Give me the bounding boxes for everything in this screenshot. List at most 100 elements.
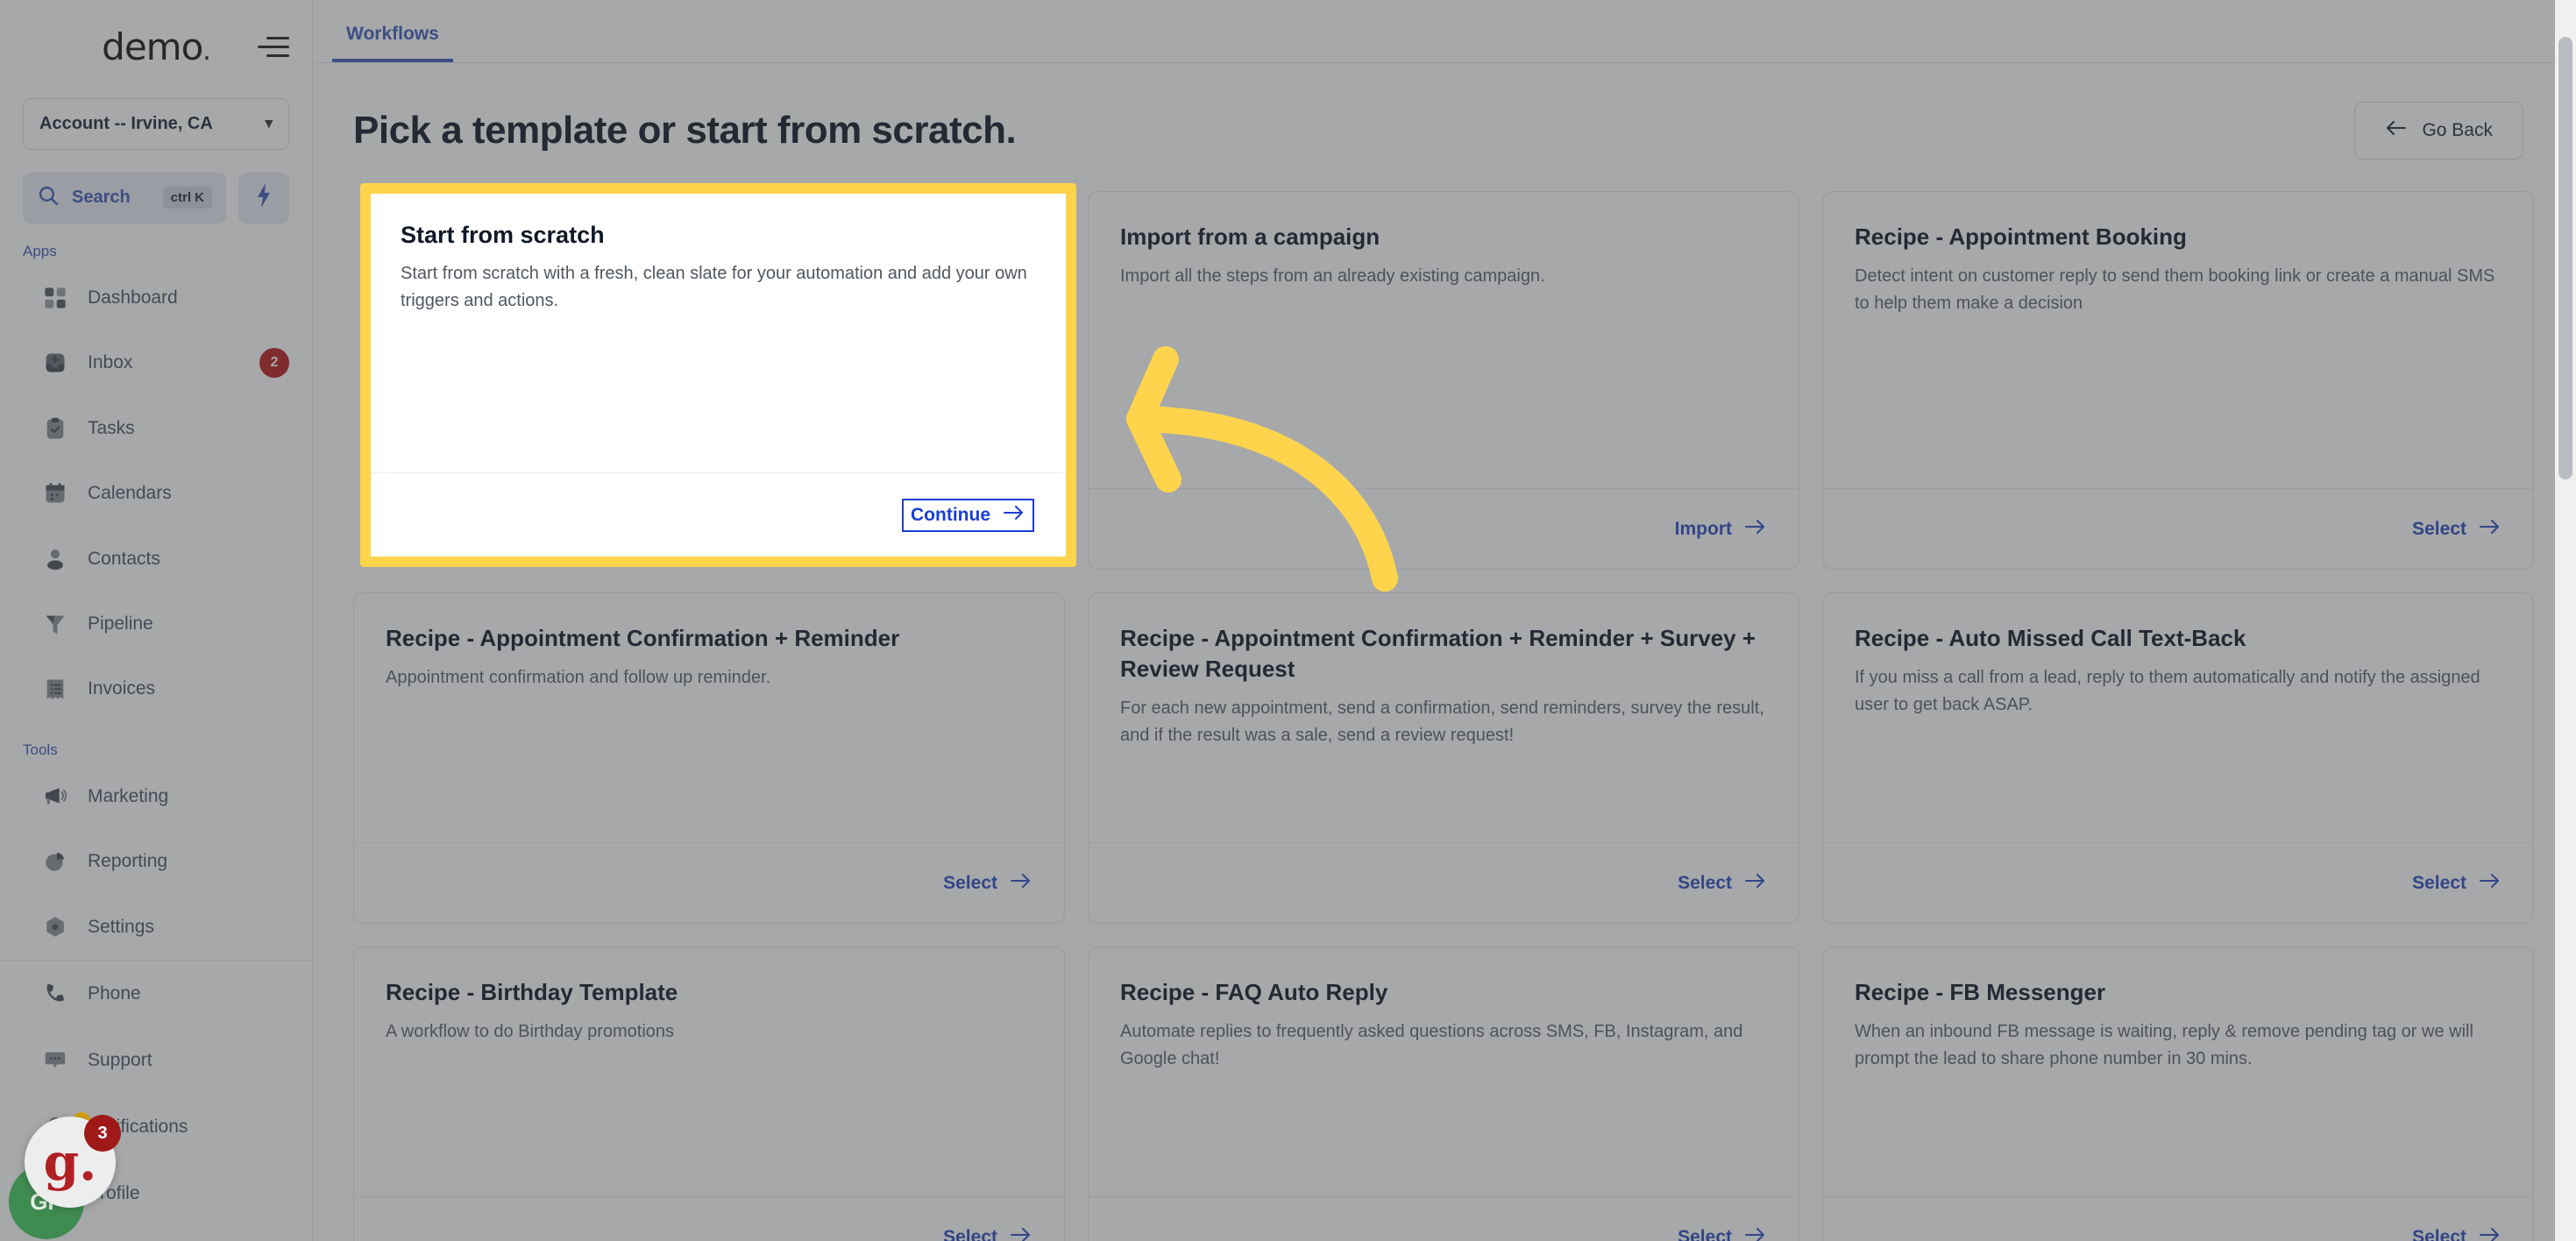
continue-button[interactable]: Continue [902, 499, 1034, 532]
card-action-button[interactable]: Select [1678, 872, 1767, 895]
template-card[interactable]: Recipe - FB Messenger When an inbound FB… [1822, 947, 2534, 1241]
arrow-right-icon [2479, 872, 2501, 895]
arrow-right-icon [2479, 518, 2501, 541]
card-footer: Select [1823, 842, 2533, 923]
template-card[interactable]: Recipe - Birthday Template A workflow to… [353, 947, 1065, 1241]
sidebar-item-label: Dashboard [88, 287, 178, 308]
page-title: Pick a template or start from scratch. [353, 109, 1016, 152]
search-icon [37, 184, 60, 211]
search-shortcut-badge: ctrl K [163, 187, 212, 209]
sidebar-item-tasks[interactable]: Tasks [0, 395, 312, 460]
sidebar-item-label: Settings [88, 917, 154, 938]
sidebar-collapse-icon[interactable] [258, 32, 293, 61]
card-footer: Select [354, 1196, 1064, 1241]
card-action-label: Select [1678, 873, 1732, 894]
card-action-label: Select [2412, 519, 2466, 540]
card-action-button[interactable]: Select [2412, 518, 2501, 541]
card-body: Recipe - Auto Missed Call Text-Back If y… [1823, 593, 2533, 842]
card-description: Automate replies to frequently asked que… [1120, 1018, 1767, 1073]
funnel-icon [42, 611, 68, 637]
arrow-right-icon [1003, 504, 1025, 527]
template-card[interactable]: Recipe - Auto Missed Call Text-Back If y… [1822, 592, 2534, 924]
sidebar-item-support[interactable]: Support [0, 1027, 312, 1094]
highlight-frame: Start from scratch Start from scratch wi… [360, 183, 1076, 567]
account-selector-label: Account -- Irvine, CA [39, 114, 213, 134]
sidebar-item-contacts[interactable]: Contacts [0, 526, 312, 591]
card-action-button[interactable]: Select [1678, 1226, 1767, 1241]
sidebar-item-dashboard[interactable]: Dashboard [0, 266, 312, 330]
megaphone-icon [42, 784, 68, 810]
sidebar-item-label: Marketing [88, 786, 168, 807]
sidebar-item-invoices[interactable]: Invoices [0, 656, 312, 721]
vertical-scrollbar-thumb[interactable] [2558, 37, 2572, 479]
card-action-button[interactable]: Select [2412, 872, 2501, 895]
card-footer: Select [1089, 1196, 1799, 1241]
arrow-right-icon [1010, 1226, 1033, 1241]
account-selector[interactable]: Account -- Irvine, CA ▾ [23, 98, 289, 150]
card-description: When an inbound FB message is waiting, r… [1855, 1018, 2501, 1073]
tab-bar: Workflows [313, 0, 2576, 63]
gear-icon [42, 914, 68, 940]
card-body: Recipe - FAQ Auto Reply Automate replies… [1089, 947, 1799, 1196]
brand-dot: . [202, 36, 210, 67]
card-action-button[interactable]: Select [943, 1226, 1033, 1241]
template-card[interactable]: Import from a campaign Import all the st… [1088, 191, 1799, 570]
card-action-label: Import [1675, 519, 1732, 540]
sidebar-item-calendars[interactable]: Calendars [0, 461, 312, 526]
quick-actions-button[interactable] [238, 173, 289, 223]
sidebar-item-reporting[interactable]: Reporting [0, 829, 312, 894]
sidebar-item-label: Tasks [88, 418, 135, 439]
card-body: Recipe - Appointment Confirmation + Remi… [1089, 593, 1799, 842]
clipboard-check-icon [42, 415, 68, 442]
arrow-right-icon [1010, 872, 1033, 895]
card-title: Import from a campaign [1120, 222, 1767, 252]
sidebar-item-settings[interactable]: Settings [0, 895, 312, 960]
sidebar: demo. Account -- Irvine, CA ▾ Search ctr… [0, 0, 313, 1241]
go-back-label: Go Back [2422, 120, 2493, 141]
search-label: Search [72, 188, 131, 208]
lightning-bolt-icon [253, 182, 274, 213]
pie-chart-icon [42, 848, 68, 875]
card-footer: Import [1089, 488, 1799, 569]
template-card-start-from-scratch[interactable]: Start from scratch Start from scratch wi… [371, 194, 1066, 557]
card-footer: Select [1089, 842, 1799, 923]
arrow-right-icon [1744, 872, 1767, 895]
phone-icon [42, 981, 68, 1007]
invoice-icon [42, 676, 68, 702]
search-input[interactable]: Search ctrl K [23, 173, 226, 223]
card-body: Import from a campaign Import all the st… [1089, 192, 1799, 488]
sidebar-item-marketing[interactable]: Marketing [0, 764, 312, 829]
card-title: Recipe - Auto Missed Call Text-Back [1855, 623, 2501, 654]
template-card[interactable]: Recipe - Appointment Booking Detect inte… [1822, 191, 2534, 570]
card-description: Start from scratch with a fresh, clean s… [401, 260, 1036, 315]
sidebar-item-label: Contacts [88, 549, 160, 570]
person-icon [42, 546, 68, 572]
sidebar-section-apps: Apps [0, 223, 312, 266]
go-back-button[interactable]: Go Back [2354, 102, 2523, 160]
card-description: Appointment confirmation and follow up r… [386, 664, 1033, 691]
sidebar-item-inbox[interactable]: Inbox 2 [0, 330, 312, 395]
card-title: Recipe - Appointment Confirmation + Remi… [386, 623, 1033, 654]
chevron-down-icon: ▾ [265, 115, 273, 132]
chat-widget-button[interactable]: g. 3 [25, 1117, 116, 1208]
sidebar-item-phone[interactable]: Phone [0, 961, 312, 1027]
card-action-button[interactable]: Select [943, 872, 1033, 895]
inbox-unread-badge: 2 [259, 348, 289, 378]
template-card[interactable]: Recipe - Appointment Confirmation + Remi… [1088, 592, 1799, 924]
template-card[interactable]: Recipe - FAQ Auto Reply Automate replies… [1088, 947, 1799, 1241]
card-action-label: Select [2412, 873, 2466, 894]
tab-workflows[interactable]: Workflows [332, 24, 453, 62]
card-title: Recipe - FB Messenger [1855, 977, 2501, 1008]
card-footer: Continue [371, 472, 1066, 557]
card-footer: Select [1823, 1196, 2533, 1241]
card-action-button[interactable]: Import [1675, 518, 1767, 541]
template-card[interactable]: Recipe - Appointment Confirmation + Remi… [353, 592, 1065, 924]
sidebar-item-pipeline[interactable]: Pipeline [0, 592, 312, 656]
card-action-button[interactable]: Select [2412, 1226, 2501, 1241]
arrow-right-icon [2479, 1226, 2501, 1241]
card-action-label: Select [2412, 1227, 2466, 1241]
sidebar-item-label: Invoices [88, 678, 155, 699]
page-header: Pick a template or start from scratch. G… [313, 63, 2576, 160]
card-body: Recipe - Appointment Confirmation + Remi… [354, 593, 1064, 842]
arrow-right-icon [1744, 518, 1767, 541]
